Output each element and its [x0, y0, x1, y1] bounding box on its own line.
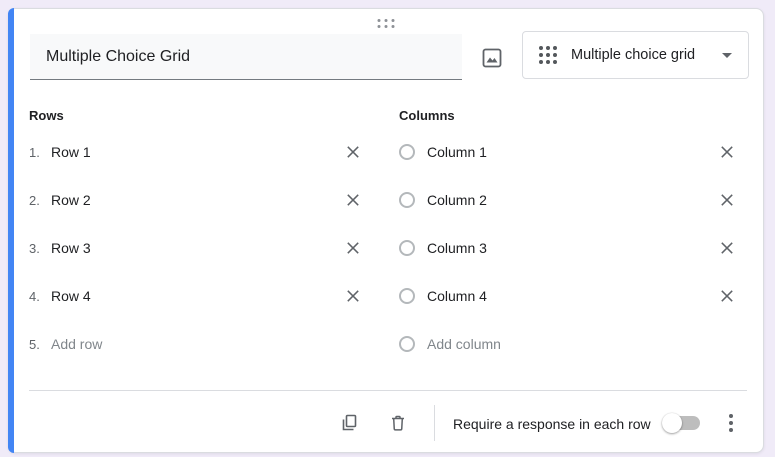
radio-circle-icon — [399, 288, 415, 304]
remove-column-button[interactable] — [715, 236, 739, 260]
column-label-input[interactable]: Column 4 — [427, 288, 715, 304]
add-row-item: 5. Add row — [29, 320, 365, 368]
row-item: 3. Row 3 — [29, 224, 365, 272]
close-x-icon — [344, 287, 362, 305]
add-row-input[interactable]: Add row — [51, 336, 365, 352]
remove-column-button[interactable] — [715, 140, 739, 164]
row-label-input[interactable]: Row 2 — [51, 192, 341, 208]
image-icon — [480, 46, 504, 70]
remove-row-button[interactable] — [341, 236, 365, 260]
row-label-input[interactable]: Row 3 — [51, 240, 341, 256]
chevron-down-icon — [722, 53, 732, 58]
close-x-icon — [718, 239, 736, 257]
remove-column-button[interactable] — [715, 188, 739, 212]
row-number: 2. — [29, 193, 51, 208]
column-label-input[interactable]: Column 3 — [427, 240, 715, 256]
more-options-button[interactable] — [717, 409, 745, 437]
close-x-icon — [718, 287, 736, 305]
row-label-input[interactable]: Row 1 — [51, 144, 341, 160]
rows-section-header: Rows — [29, 108, 64, 123]
add-column-item: Add column — [399, 320, 739, 368]
selected-question-accent-bar — [8, 8, 14, 453]
add-column-input[interactable]: Add column — [427, 336, 739, 352]
row-label-input[interactable]: Row 4 — [51, 288, 341, 304]
rows-list: 1. Row 1 2. Row 2 3. Row 3 — [29, 128, 365, 368]
delete-button[interactable] — [384, 409, 412, 437]
copy-icon — [339, 413, 359, 433]
radio-circle-icon — [399, 144, 415, 160]
require-response-toggle[interactable] — [666, 416, 700, 430]
row-number: 4. — [29, 289, 51, 304]
remove-row-button[interactable] — [341, 188, 365, 212]
column-item: Column 4 — [399, 272, 739, 320]
radio-circle-icon — [399, 192, 415, 208]
remove-row-button[interactable] — [341, 284, 365, 308]
row-item: 2. Row 2 — [29, 176, 365, 224]
add-image-button[interactable] — [472, 38, 512, 78]
row-number: 1. — [29, 145, 51, 160]
columns-section-header: Columns — [399, 108, 455, 123]
toolbar-divider — [434, 405, 435, 441]
radio-circle-icon — [399, 336, 415, 352]
question-type-label: Multiple choice grid — [571, 47, 695, 63]
column-item: Column 1 — [399, 128, 739, 176]
trash-icon — [388, 413, 408, 433]
footer-divider — [29, 390, 747, 391]
grid-3x3-dots-icon — [539, 46, 557, 64]
column-label-input[interactable]: Column 1 — [427, 144, 715, 160]
column-label-input[interactable]: Column 2 — [427, 192, 715, 208]
close-x-icon — [344, 239, 362, 257]
row-number: 5. — [29, 337, 51, 352]
require-response-label: Require a response in each row — [453, 416, 651, 432]
row-item: 1. Row 1 — [29, 128, 365, 176]
radio-circle-icon — [399, 240, 415, 256]
kebab-menu-icon — [729, 414, 733, 418]
close-x-icon — [718, 143, 736, 161]
question-card: Multiple choice grid Rows Columns 1. Row… — [8, 8, 764, 453]
toggle-thumb — [662, 413, 682, 433]
close-x-icon — [344, 191, 362, 209]
drag-handle-icon[interactable] — [370, 15, 403, 32]
close-x-icon — [718, 191, 736, 209]
column-item: Column 3 — [399, 224, 739, 272]
column-item: Column 2 — [399, 176, 739, 224]
duplicate-button[interactable] — [335, 409, 363, 437]
close-x-icon — [344, 143, 362, 161]
row-number: 3. — [29, 241, 51, 256]
remove-column-button[interactable] — [715, 284, 739, 308]
row-item: 4. Row 4 — [29, 272, 365, 320]
columns-list: Column 1 Column 2 Column 3 — [399, 128, 739, 368]
remove-row-button[interactable] — [341, 140, 365, 164]
question-title-input[interactable] — [30, 34, 462, 80]
question-type-dropdown[interactable]: Multiple choice grid — [522, 31, 749, 79]
